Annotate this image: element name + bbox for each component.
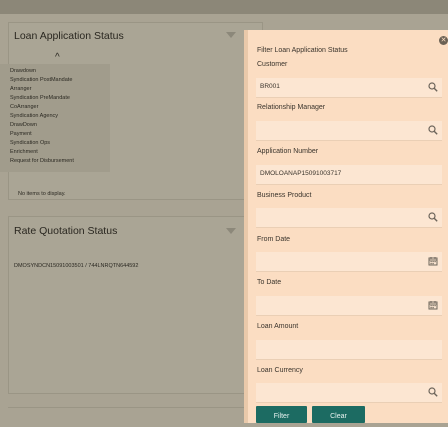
clear-button[interactable]: Clear — [312, 406, 365, 423]
chevron-up-icon[interactable]: ^ — [55, 52, 60, 63]
search-icon[interactable] — [428, 82, 438, 92]
menu-item[interactable]: Syndication Agency — [10, 113, 58, 120]
search-icon[interactable] — [428, 212, 438, 222]
loan-amount-label: Loan Amount — [257, 323, 299, 330]
to-date-label: To Date — [257, 279, 282, 286]
filter-icon[interactable] — [226, 228, 236, 234]
menu-item[interactable]: Arranger — [10, 86, 31, 93]
filter-icon[interactable] — [226, 32, 236, 38]
loan-currency-label: Loan Currency — [257, 367, 303, 374]
top-bar — [0, 0, 448, 14]
menu-item[interactable]: CoArranger — [10, 104, 38, 111]
search-icon[interactable] — [428, 125, 438, 135]
menu-item[interactable]: Request for Disbursement — [10, 158, 74, 165]
menu-item[interactable]: DrawDown — [10, 122, 37, 129]
menu-item[interactable]: Drawdown — [10, 68, 36, 75]
application-number-label: Application Number — [257, 148, 319, 155]
customer-field[interactable]: BR001 — [256, 78, 442, 98]
business-product-label: Business Product — [257, 192, 312, 199]
to-date-field[interactable] — [256, 296, 442, 316]
customer-value: BR001 — [260, 83, 280, 90]
rate-row[interactable]: DMOSYNDCN15091003501 / 744LNRQTN644592 — [14, 263, 138, 269]
relationship-manager-label: Relationship Manager — [257, 104, 326, 111]
business-product-field[interactable] — [256, 208, 442, 228]
loan-panel-title: Loan Application Status — [14, 30, 124, 42]
relationship-manager-field[interactable] — [256, 121, 442, 141]
menu-item[interactable]: Syndication Ops — [10, 140, 50, 147]
status-menu: Drawdown Syndication PostMandate Arrange… — [0, 64, 110, 172]
application-number-field[interactable]: DMOLOANAP15091003717 — [256, 165, 442, 185]
application-number-value: DMOLOANAP15091003717 — [260, 170, 342, 177]
customer-label: Customer — [257, 61, 288, 68]
close-icon[interactable]: ✕ — [439, 36, 448, 45]
empty-message: No items to display. — [18, 191, 66, 197]
loan-currency-field[interactable] — [256, 383, 442, 403]
from-date-label: From Date — [257, 236, 291, 243]
search-icon[interactable] — [428, 387, 438, 397]
menu-item[interactable]: Payment — [10, 131, 32, 138]
drawer-title: Filter Loan Application Status — [257, 47, 348, 54]
calendar-icon[interactable] — [428, 300, 438, 310]
calendar-icon[interactable] — [428, 256, 438, 266]
rate-panel-title: Rate Quotation Status — [14, 225, 118, 237]
menu-item[interactable]: Syndication PreMandate — [10, 95, 70, 102]
menu-item[interactable]: Syndication PostMandate — [10, 77, 72, 84]
filter-button[interactable]: Filter — [256, 406, 307, 423]
divider — [8, 407, 248, 408]
menu-item[interactable]: Enrichment — [10, 149, 38, 156]
from-date-field[interactable] — [256, 252, 442, 272]
rate-quotation-status-panel — [8, 216, 263, 394]
loan-amount-field[interactable] — [256, 340, 442, 360]
